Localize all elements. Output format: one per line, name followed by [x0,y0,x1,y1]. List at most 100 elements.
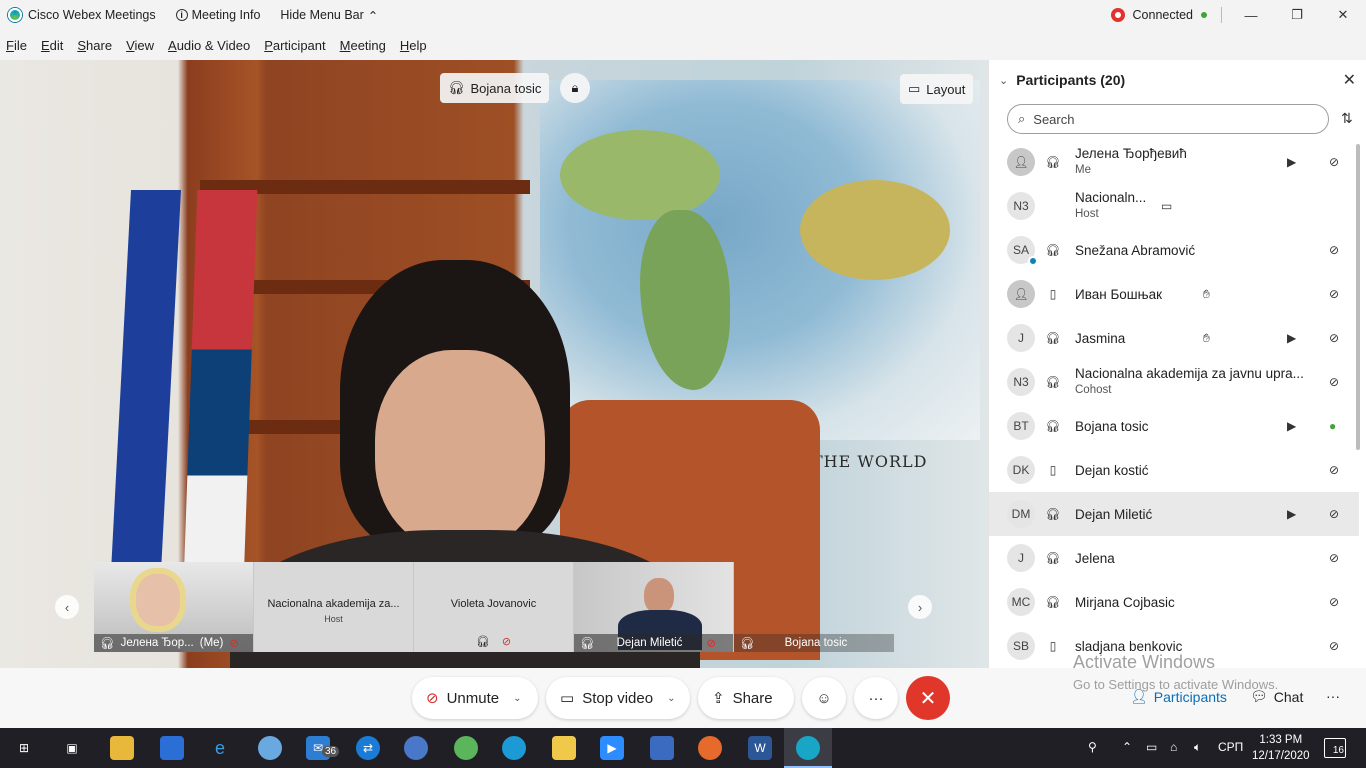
people-icon[interactable]: ⚲ [1088,740,1097,754]
search-placeholder: Search [1033,111,1075,127]
system-clock[interactable]: 1:33 PM 12/17/2020 [1252,732,1310,764]
mail-badge: 36 [322,746,340,757]
participant-list-scrollbar[interactable] [1356,144,1360,450]
menu-view[interactable]: View [126,38,154,53]
mic-muted-icon[interactable]: ⊘ [1329,375,1339,389]
tray-expand-icon[interactable]: ⌃ [1122,740,1132,754]
file-explorer-icon[interactable] [110,736,134,760]
chevron-down-icon[interactable]: ⌄ [667,693,675,704]
mic-muted-icon[interactable]: ⊘ [1329,595,1339,609]
participant-row[interactable]: SA 🎧︎ Snežana Abramović ⊘ [989,228,1359,272]
word-icon[interactable]: W [748,736,772,760]
mic-muted-icon: ⊘ [229,638,240,650]
internet-explorer-icon[interactable]: e [208,736,232,760]
notification-center-icon[interactable]: 16 [1324,738,1346,758]
store-icon[interactable] [160,736,184,760]
menu-share[interactable]: Share [77,38,112,53]
firefox-icon[interactable] [698,736,722,760]
participant-search-input[interactable]: ⌕ Search [1007,104,1329,134]
avatar-initials: BT [1013,419,1029,433]
reactions-button[interactable]: ☺ [802,677,846,719]
participant-role: Me [1075,164,1091,176]
headset-icon: 🎧︎ [100,638,115,650]
battery-icon[interactable]: ▭ [1146,740,1157,754]
volume-icon[interactable]: 🔈︎ [1194,740,1201,755]
webex-taskbar-icon[interactable] [796,736,820,760]
participant-row[interactable]: DM 🎧︎ Dejan Miletić ▶︎ ⊘ [989,492,1359,536]
leave-meeting-button[interactable]: ✕ [906,676,950,720]
thumbnail-host[interactable]: Nacionalna akademija za... Host [254,562,414,652]
webex-alt-icon[interactable] [454,736,478,760]
hide-menu-bar-label: Hide Menu Bar [280,8,364,22]
participant-row[interactable]: N3 🎧︎ Nacionalna akademija za javnu upra… [989,360,1359,404]
close-window-button[interactable]: ✕ [1320,0,1366,30]
thumbs-next-button[interactable]: › [908,595,932,619]
menu-meeting[interactable]: Meeting [340,38,386,53]
share-button[interactable]: ⇪ Share [698,677,794,719]
lock-video-button[interactable]: 🔒︎ [560,73,590,103]
more-icon: ··· [1326,688,1340,704]
thumbnail-bojana[interactable]: 🎧︎ Bojana tosic [734,562,894,652]
network-icon[interactable]: ⌂ [1170,740,1177,754]
mic-muted-icon[interactable]: ⊘ [1329,463,1339,477]
more-options-button[interactable]: ··· [854,677,898,719]
unmute-button[interactable]: ⊘ Unmute ⌄ [412,677,538,719]
participant-row[interactable]: BT 🎧︎ Bojana tosic ▶︎ ● [989,404,1359,448]
menu-edit[interactable]: Edit [41,38,63,53]
activate-windows-watermark: Activate Windows Go to Settings to activ… [1073,652,1278,692]
mic-speaking-icon[interactable]: ● [1329,419,1336,433]
mic-muted-icon[interactable]: ⊘ [1329,155,1339,169]
mic-muted-icon[interactable]: ⊘ [1329,331,1339,345]
restore-button[interactable]: ❐ [1274,0,1320,30]
close-panel-button[interactable]: ✕ [1343,70,1356,90]
windows-start-icon[interactable]: ⊞ [12,736,36,760]
language-indicator[interactable]: СРП [1218,740,1243,754]
mic-muted-icon[interactable]: ⊘ [1329,287,1339,301]
participant-row[interactable]: J 🎧︎ Jasmina ✋︎ ▶︎ ⊘ [989,316,1359,360]
stop-video-button[interactable]: ▭ Stop video ⌄ [546,677,690,719]
folder-icon[interactable] [552,736,576,760]
menu-audio-video[interactable]: Audio & Video [168,38,250,53]
thumbs-prev-button[interactable]: ‹ [55,595,79,619]
teamviewer-icon[interactable]: ⇄ [356,736,380,760]
thumbnail-violeta[interactable]: Violeta Jovanovic 🎧︎ ⊘ [414,562,574,652]
participant-row[interactable]: 👤︎ ▯ Иван Бошњак ✋︎ ⊘ [989,272,1359,316]
save-icon[interactable] [650,736,674,760]
zoom-icon[interactable]: ▶ [600,736,624,760]
avatar-initials: SA [1012,243,1029,257]
participant-row[interactable]: J 🎧︎ Jelena ⊘ [989,536,1359,580]
task-view-icon[interactable]: ▣ [60,736,84,760]
video-camera-icon: ▶︎ [1287,155,1297,169]
participant-row[interactable]: MC 🎧︎ Mirjana Cojbasic ⊘ [989,580,1359,624]
participant-name: Nacionaln... [1075,190,1147,205]
panel-more-button[interactable]: ··· [1326,688,1340,704]
network-app-icon[interactable] [258,736,282,760]
menu-help[interactable]: Help [400,38,427,53]
hide-menu-bar-button[interactable]: Hide Menu Bar ⌃ [280,8,378,23]
thumbnail-name: Јелена Ђор... [120,637,194,649]
menu-participant[interactable]: Participant [264,38,325,53]
mic-muted-icon[interactable]: ⊘ [1329,507,1339,521]
thumbnail-me[interactable]: 🎧︎ Јелена Ђор... (Me) ⊘ [94,562,254,652]
thumbnail-dejan[interactable]: 🎧︎ Dejan Miletić ⊘ [574,562,734,652]
minimize-button[interactable]: — [1228,0,1274,30]
app-circle-icon[interactable] [404,736,428,760]
mic-muted-icon[interactable]: ⊘ [1329,551,1339,565]
collapse-chevron-icon[interactable]: ⌄ [999,74,1008,87]
edge-icon[interactable] [502,736,526,760]
participant-row[interactable]: N3 Nacionaln... Host ▭ [989,184,1359,228]
meeting-info-button[interactable]: i Meeting Info [175,8,260,22]
map-landmass [560,130,720,220]
participant-row[interactable]: 👤︎ 🎧︎ Јелена Ђорђевић Me ▶︎ ⊘ [989,140,1359,184]
active-speaker-video[interactable]: THE WORLD 🎧︎ Bojana tosic 🔒︎ ▭ Layout ‹ … [0,60,988,668]
sort-button[interactable]: ⇅ [1341,110,1353,127]
chevron-down-icon[interactable]: ⌄ [513,693,521,704]
mic-muted-icon[interactable]: ⊘ [1329,243,1339,257]
closed-caption-icon: ▭ [1161,199,1173,213]
avatar: SA [1007,236,1038,266]
mic-muted-icon[interactable]: ⊘ [1329,639,1339,653]
participant-row[interactable]: DK ▯ Dejan kostić ⊘ [989,448,1359,492]
menu-file[interactable]: File [6,38,27,53]
mic-muted-icon: ⊘ [706,638,717,650]
layout-button[interactable]: ▭ Layout [900,74,974,104]
